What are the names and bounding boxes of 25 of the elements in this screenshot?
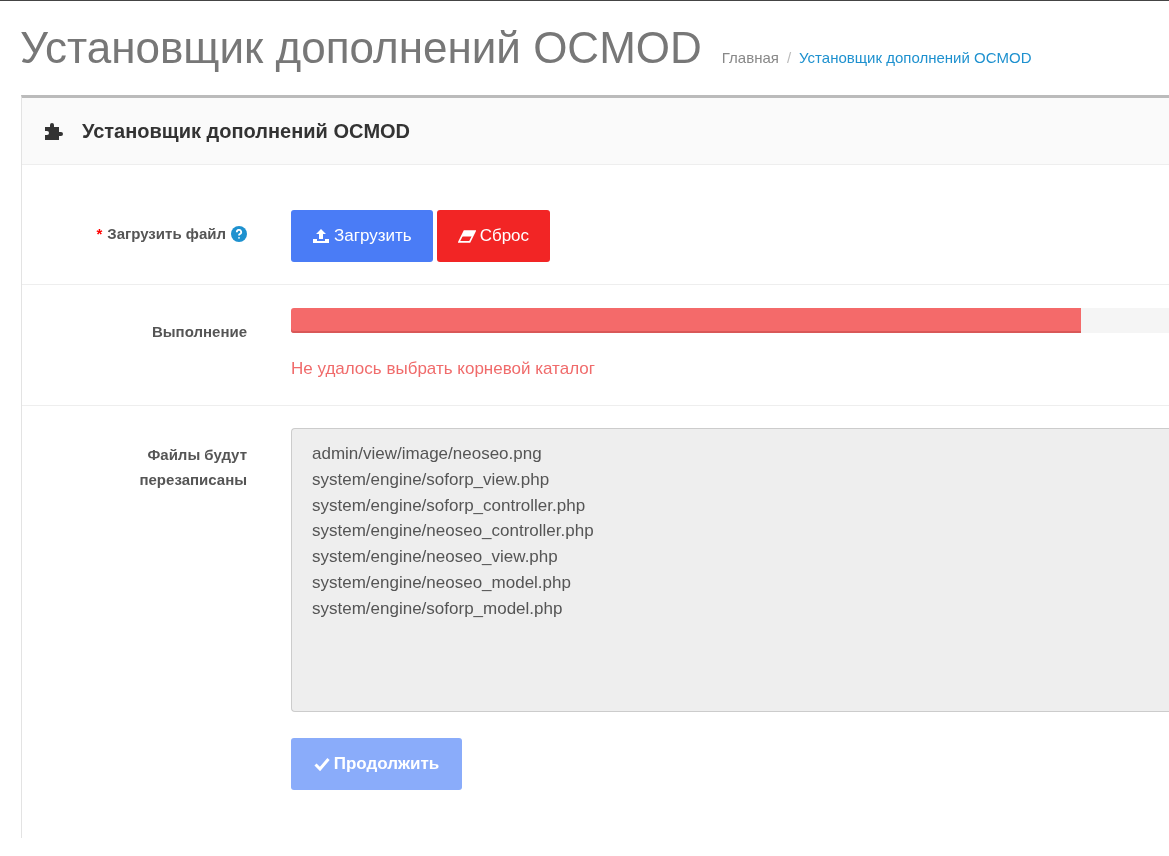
upload-icon [312,228,330,244]
file-path: system/engine/neoseo_controller.php [312,520,595,543]
help-icon[interactable] [231,226,247,242]
field-label: Загрузить файл [107,225,226,242]
puzzle-icon [44,121,64,141]
file-path: system/engine/soforp_model.php [312,597,564,620]
reset-button[interactable]: Сброс [436,210,551,262]
file-path: admin/view/image/neoseo.png [312,443,543,465]
field-label: Файлы будут перезаписаны [138,445,247,490]
check-icon [313,757,330,771]
eraser-icon [457,229,476,243]
file-path: system/engine/neoseo_model.php [312,572,572,594]
panel-title: Установщик дополнений OCMOD [82,119,411,143]
breadcrumb-separator: / [786,49,792,66]
error-message: Не удалось выбрать корневой каталог [291,359,596,379]
upload-button[interactable]: Загрузить [291,210,433,262]
breadcrumb-link[interactable]: Установщик дополнений OCMOD [799,49,1032,66]
file-list-box[interactable] [291,428,1169,712]
breadcrumb-link[interactable]: Главная [721,49,779,66]
file-path: system/engine/soforp_view.php [312,468,551,491]
file-path: system/engine/soforp_controller.php [312,494,587,517]
required-asterisk: * [96,225,103,242]
file-path: system/engine/neoseo_view.php [312,546,559,569]
field-label: Выполнение [151,323,247,340]
page-title: Установщик дополнений OCMOD [20,23,702,73]
